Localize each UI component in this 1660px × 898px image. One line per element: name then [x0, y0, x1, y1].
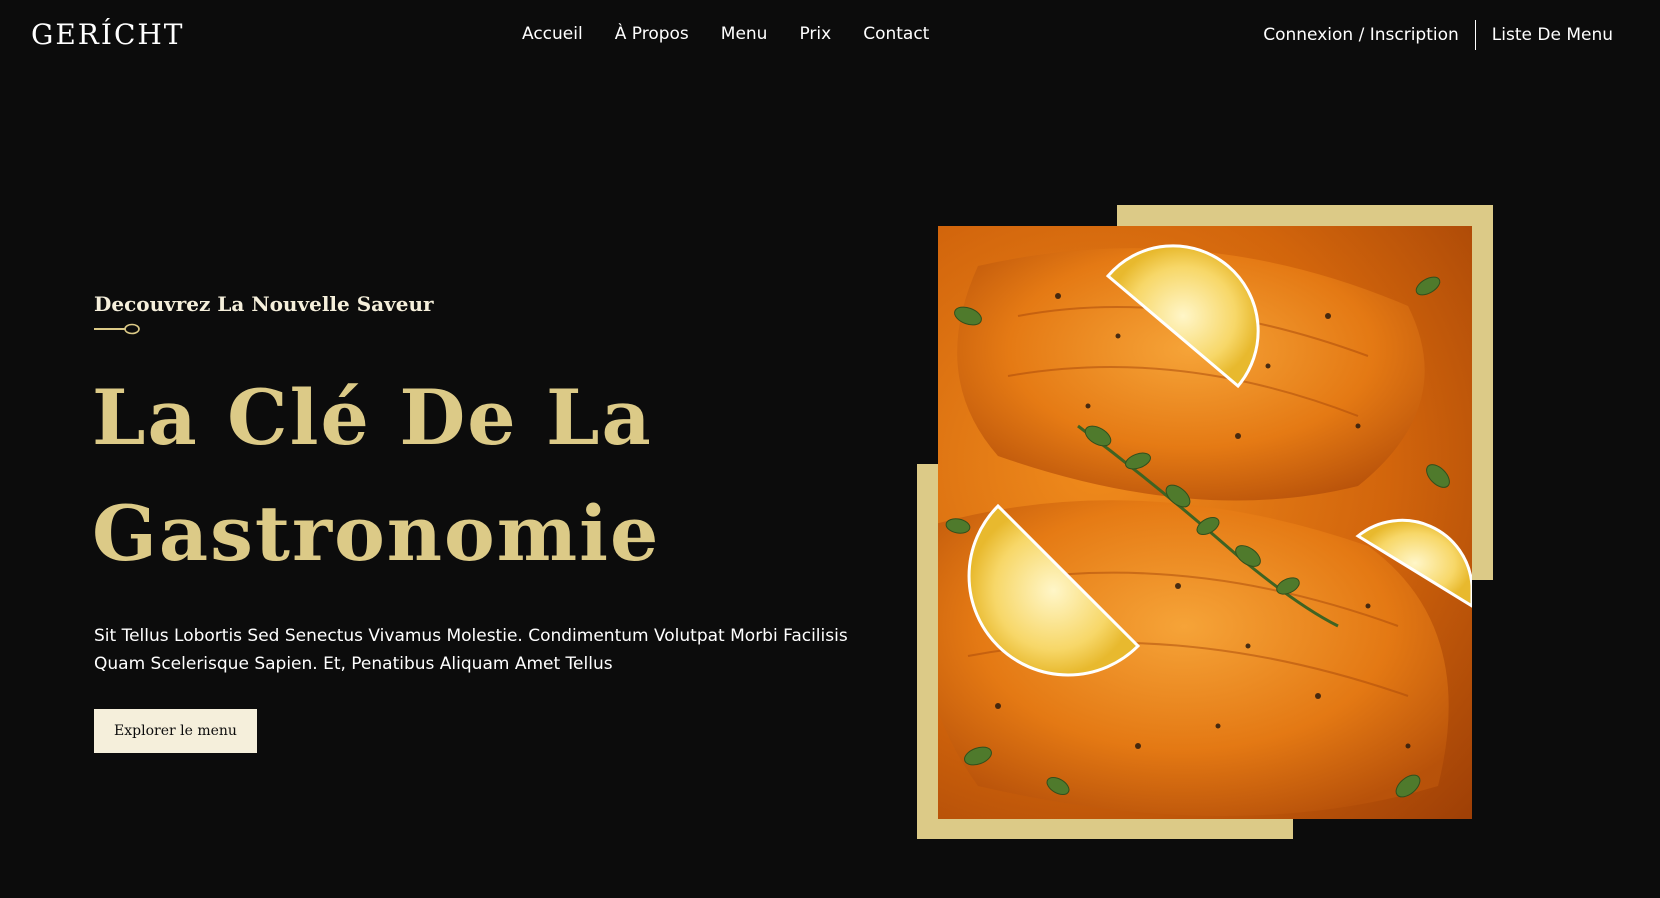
- nav-link-prix[interactable]: Prix: [799, 24, 831, 44]
- nav-links: Accueil À Propos Menu Prix Contact: [522, 24, 929, 44]
- explore-menu-button[interactable]: Explorer le menu: [94, 709, 257, 753]
- salmon-dish-photo: [938, 226, 1472, 819]
- hero-paragraph-line2: Quam Scelerisque Sapien. Et, Penatibus A…: [94, 654, 613, 674]
- login-link[interactable]: Connexion / Inscription: [1263, 25, 1475, 45]
- hero-title-line2: Gastronomie: [92, 489, 661, 578]
- hero-paragraph-line1: Sit Tellus Lobortis Sed Senectus Vivamus…: [94, 626, 848, 646]
- logo[interactable]: GERÍCHT: [31, 18, 184, 51]
- nav-link-menu[interactable]: Menu: [721, 24, 768, 44]
- hero-title: La Clé De La Gastronomie: [92, 360, 660, 592]
- menu-list-link[interactable]: Liste De Menu: [1476, 25, 1613, 45]
- spoon-icon: [94, 323, 140, 335]
- navbar: GERÍCHT Accueil À Propos Menu Prix Conta…: [0, 0, 1660, 72]
- hero-title-line1: La Clé De La: [92, 373, 653, 462]
- salmon-illustration: [938, 244, 1472, 816]
- nav-link-a-propos[interactable]: À Propos: [615, 24, 689, 44]
- hero-subtitle: Decouvrez La Nouvelle Saveur: [94, 292, 434, 316]
- nav-link-accueil[interactable]: Accueil: [522, 24, 583, 44]
- hero-paragraph: Sit Tellus Lobortis Sed Senectus Vivamus…: [94, 622, 854, 678]
- nav-right: Connexion / Inscription Liste De Menu: [1263, 20, 1613, 50]
- nav-link-contact[interactable]: Contact: [863, 24, 929, 44]
